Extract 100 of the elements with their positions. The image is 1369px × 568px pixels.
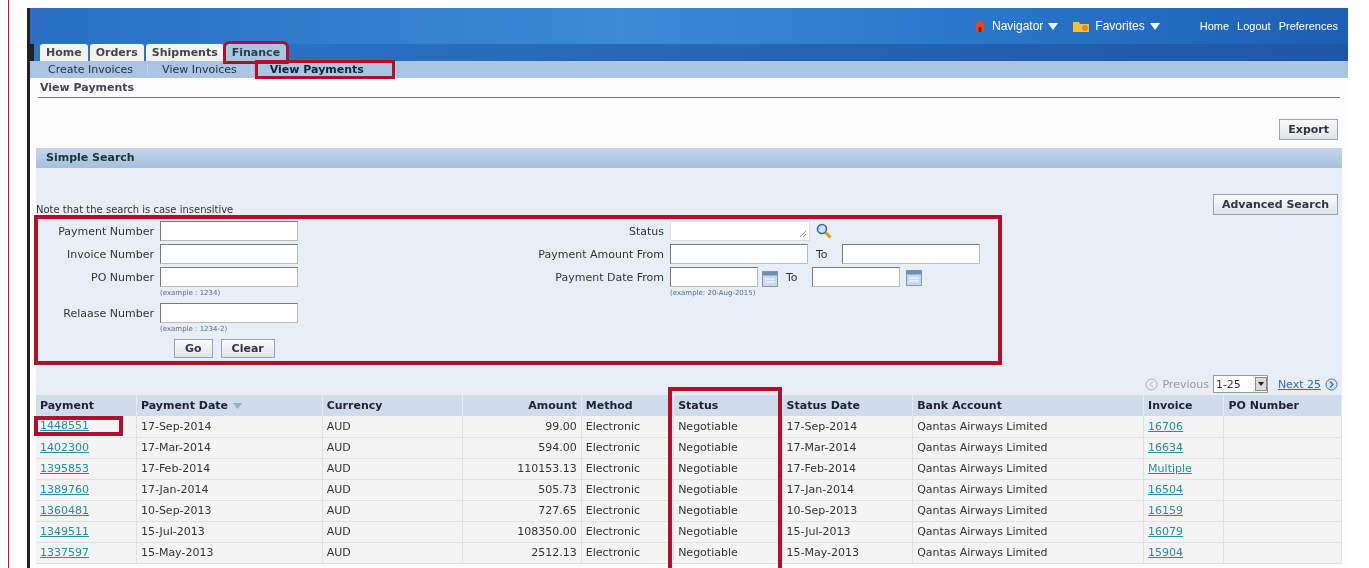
table-cell: 2512.13 <box>531 546 577 559</box>
input-field[interactable] <box>670 267 758 287</box>
search-button[interactable]: Go <box>174 339 213 358</box>
header-link[interactable]: Home <box>1199 20 1230 32</box>
table-cell: 15-Jul-2013 <box>786 525 851 538</box>
table-cell: 15-Jul-2013 <box>140 525 205 538</box>
table-link[interactable]: 1448551 <box>34 416 123 437</box>
table-cell: 15-May-2013 <box>140 546 214 559</box>
table-cell: 17-Jan-2014 <box>140 483 209 496</box>
table-cell: Electronic <box>585 441 640 454</box>
table-cell: Electronic <box>585 525 640 538</box>
table-cell: AUD <box>326 483 351 496</box>
table-cell: AUD <box>326 525 351 538</box>
column-header[interactable]: Bank Account <box>912 395 1144 416</box>
table-cell: 99.00 <box>545 419 577 433</box>
export-button[interactable]: Export <box>1279 119 1338 140</box>
next-link[interactable]: Next 25 <box>1277 377 1321 391</box>
column-header[interactable]: Currency <box>322 395 463 416</box>
table-cell: AUD <box>326 462 351 475</box>
table-cell: Qantas Airways Limited <box>917 546 1048 559</box>
table-cell: Negotiable <box>678 462 738 475</box>
table-cell: 17-Sep-2014 <box>140 419 212 433</box>
table-cell: Qantas Airways Limited <box>917 483 1048 496</box>
subtab-link[interactable]: View Payments <box>257 63 392 76</box>
input-field[interactable] <box>160 267 298 287</box>
nav-menu[interactable]: Favorites <box>1072 19 1160 33</box>
section-header: Simple Search <box>36 148 1342 168</box>
search-note: Note that the search is case insensitive <box>36 204 234 215</box>
subtab-link[interactable]: View Invoices <box>154 63 245 76</box>
column-header[interactable]: Status Date <box>782 395 913 416</box>
caret-icon <box>1048 22 1059 30</box>
input-field[interactable] <box>670 244 808 264</box>
input-field[interactable] <box>812 267 900 287</box>
input-field[interactable] <box>842 244 980 264</box>
table-cell: Electronic <box>585 462 640 475</box>
table-cell: Qantas Airways Limited <box>917 441 1048 454</box>
calendar-icon <box>762 270 778 287</box>
table-cell: Negotiable <box>678 504 738 517</box>
table-cell: Negotiable <box>678 546 738 559</box>
table-cell: 17-Mar-2014 <box>140 441 211 454</box>
tab[interactable]: Orders <box>89 44 144 61</box>
field-label: Payment Amount From <box>537 247 664 261</box>
table-cell: Electronic <box>585 419 640 433</box>
input-field[interactable] <box>160 221 298 241</box>
table-cell: AUD <box>326 504 351 517</box>
tab[interactable]: Finance <box>225 44 287 61</box>
table-cell: Qantas Airways Limited <box>917 525 1048 538</box>
search-button[interactable]: Clear <box>220 339 275 358</box>
table-cell: Electronic <box>585 504 640 517</box>
table-cell: Electronic <box>585 483 640 496</box>
field-label: PO Number <box>90 270 154 284</box>
column-header[interactable]: Method <box>581 395 674 416</box>
table-cell: 17-Feb-2014 <box>786 462 856 475</box>
table-cell: 727.65 <box>538 504 577 517</box>
header-link[interactable]: Logout <box>1237 20 1271 32</box>
table-cell: Negotiable <box>678 419 738 433</box>
sort-descending-icon <box>233 403 243 409</box>
field-label: Status <box>627 224 664 238</box>
input-field[interactable] <box>160 303 298 323</box>
table-cell: Qantas Airways Limited <box>917 504 1048 517</box>
field-label: To <box>785 270 799 284</box>
field-label: Payment Number <box>57 224 154 238</box>
field-label: Relaase Number <box>62 306 154 320</box>
field-label: Payment Date From <box>554 270 664 284</box>
table-cell: Electronic <box>585 546 640 559</box>
column-header[interactable]: Payment Date <box>136 395 323 416</box>
column-header[interactable]: Status <box>673 395 783 416</box>
table-cell: 110153.13 <box>517 462 577 475</box>
table-cell: 17-Jan-2014 <box>786 483 855 496</box>
status-field[interactable] <box>670 221 810 241</box>
column-header[interactable]: Amount <box>462 395 582 416</box>
subtab-link[interactable]: Create Invoices <box>40 63 142 76</box>
resize-grip-icon <box>799 230 807 238</box>
table-cell: AUD <box>326 441 351 454</box>
table-cell: Negotiable <box>678 525 738 538</box>
field-label: To <box>815 247 829 261</box>
table-cell: 505.73 <box>538 483 577 496</box>
table-cell: 594.00 <box>538 441 577 454</box>
table-cell: 15-May-2013 <box>786 546 860 559</box>
tab[interactable]: Shipments <box>145 44 224 61</box>
caret-icon <box>1149 22 1160 30</box>
input-field[interactable] <box>160 244 298 264</box>
table-cell: AUD <box>326 546 351 559</box>
column-header[interactable]: PO Number <box>1223 395 1342 416</box>
nav-menu[interactable]: Navigator <box>972 19 1059 33</box>
next-icon <box>1325 377 1338 391</box>
field-label: Invoice Number <box>66 247 154 261</box>
page-title: View Payments <box>38 78 1340 98</box>
column-header[interactable]: Invoice <box>1143 395 1224 416</box>
previous-icon <box>1145 377 1159 391</box>
folder-icon <box>1072 19 1091 33</box>
header-link[interactable]: Preferences <box>1278 20 1338 32</box>
table-cell: 17-Feb-2014 <box>140 462 211 475</box>
range-dropdown[interactable]: 1-25 <box>1212 375 1268 393</box>
column-header[interactable]: Payment <box>36 395 137 416</box>
table-cell: Negotiable <box>678 483 738 496</box>
calendar-icon <box>906 270 922 286</box>
advanced-search-button[interactable]: Advanced Search <box>1212 194 1338 215</box>
tab[interactable]: Home <box>40 44 88 61</box>
table-cell: 108350.00 <box>517 525 577 538</box>
